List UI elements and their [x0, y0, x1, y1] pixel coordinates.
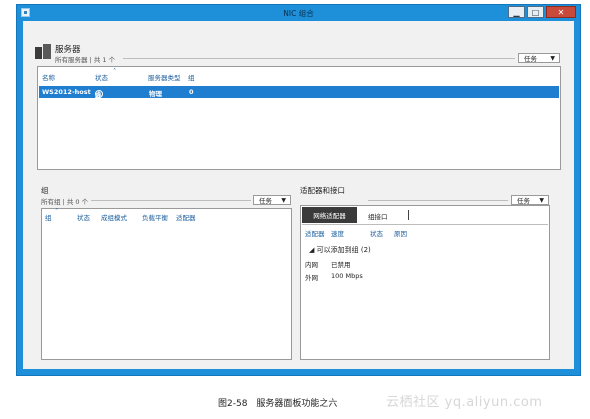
maximize-button[interactable]: □ [527, 6, 544, 18]
window-title: NIC 组合 [283, 9, 314, 18]
tasks-label: 任务 [517, 197, 530, 205]
chevron-down-icon: ▼ [281, 197, 286, 204]
chevron-down-icon: ▼ [539, 197, 544, 204]
minimize-button[interactable]: ▁ [508, 6, 525, 18]
tab-network-adapters[interactable]: 网络适配器 [302, 207, 357, 223]
adapter-value: 100 Mbps [331, 272, 363, 280]
adapters-tasks-dropdown[interactable]: 任务 ▼ [511, 195, 549, 205]
tab-team-interfaces[interactable]: 组接口 [368, 211, 388, 221]
groups-table: 组 ˄ 状态 成组模式 负载平衡 适配器 [41, 207, 292, 360]
column-header-status[interactable]: 状态 [95, 72, 108, 82]
servers-subheading: 所有服务器 | 共 1 个 [55, 56, 116, 64]
groups-heading: 组 [41, 186, 49, 195]
cell-group: 0 [189, 88, 194, 96]
divider [91, 200, 251, 201]
divider [123, 58, 515, 59]
table-row[interactable]: WS2012-host ↑ 联机 物理 0 [39, 86, 559, 110]
servers-table: 名称 状态 ˄ 服务器类型 组 WS2012-host ↑ 联机 物理 0 [37, 66, 561, 170]
column-header-group[interactable]: 组 [188, 72, 195, 82]
window-client-area: 服务器 所有服务器 | 共 1 个 任务 ▼ 名称 状态 ˄ 服务器类型 组 W… [23, 21, 574, 369]
adapter-value: 已禁用 [331, 261, 351, 269]
cell-server-type: 物理 [149, 90, 162, 98]
figure-caption: 图2-58 服务器面板功能之六 [218, 399, 338, 409]
group-expander[interactable]: ◢ 可以添加到组 (2) [309, 245, 371, 255]
window-controls: ▁ □ ✕ [508, 6, 576, 18]
groups-subheading: 所有组 | 共 0 个 [41, 198, 89, 206]
chevron-down-icon: ▼ [550, 55, 555, 62]
divider [302, 224, 548, 225]
column-header-server-type[interactable]: 服务器类型 [148, 72, 181, 82]
tasks-label: 任务 [524, 55, 537, 63]
group-label: 可以添加到组 (2) [316, 246, 371, 254]
adapter-name: 内网 [305, 261, 318, 269]
adapters-panel: 网络适配器 组接口 适配器 速度 状态 原因 ◢ 可以添加到组 (2) 内网 已… [300, 205, 550, 360]
tab-bar: 网络适配器 组接口 [302, 207, 548, 223]
column-header-teaming-mode[interactable]: 成组模式 [101, 212, 127, 222]
servers-tasks-dropdown[interactable]: 任务 ▼ [518, 53, 560, 63]
column-header-speed[interactable]: 速度 [331, 228, 344, 238]
nic-teaming-window: NIC 组合 ▁ □ ✕ 服务器 所有服务器 | 共 1 个 任务 ▼ 名称 状… [16, 4, 581, 376]
column-header-group[interactable]: 组 [45, 212, 52, 222]
watermark: 云栖社区 yq.aliyun.com [386, 395, 543, 410]
column-header-status[interactable]: 状态 [77, 212, 90, 222]
title-bar[interactable]: NIC 组合 ▁ □ ✕ [17, 5, 580, 21]
column-header-reason[interactable]: 原因 [394, 228, 407, 238]
groups-tasks-dropdown[interactable]: 任务 ▼ [253, 195, 291, 205]
text-cursor [408, 210, 409, 220]
tasks-label: 任务 [259, 197, 272, 205]
cell-server-name: WS2012-host [42, 88, 91, 96]
server-icon [35, 44, 51, 59]
adapters-heading: 适配器和接口 [300, 186, 345, 195]
close-button[interactable]: ✕ [546, 6, 576, 18]
column-header-load-balancing[interactable]: 负载平衡 [142, 212, 168, 222]
column-header-name[interactable]: 名称 [42, 72, 55, 82]
sort-up-icon: ˄ [55, 207, 59, 215]
column-header-status[interactable]: 状态 [370, 228, 383, 238]
divider [368, 200, 508, 201]
expand-triangle-icon: ◢ [309, 246, 315, 254]
column-header-adapters[interactable]: 适配器 [176, 212, 196, 222]
adapter-name: 外网 [305, 274, 318, 282]
column-header-adapter[interactable]: 适配器 [305, 228, 325, 238]
sort-up-icon: ˄ [113, 67, 117, 75]
